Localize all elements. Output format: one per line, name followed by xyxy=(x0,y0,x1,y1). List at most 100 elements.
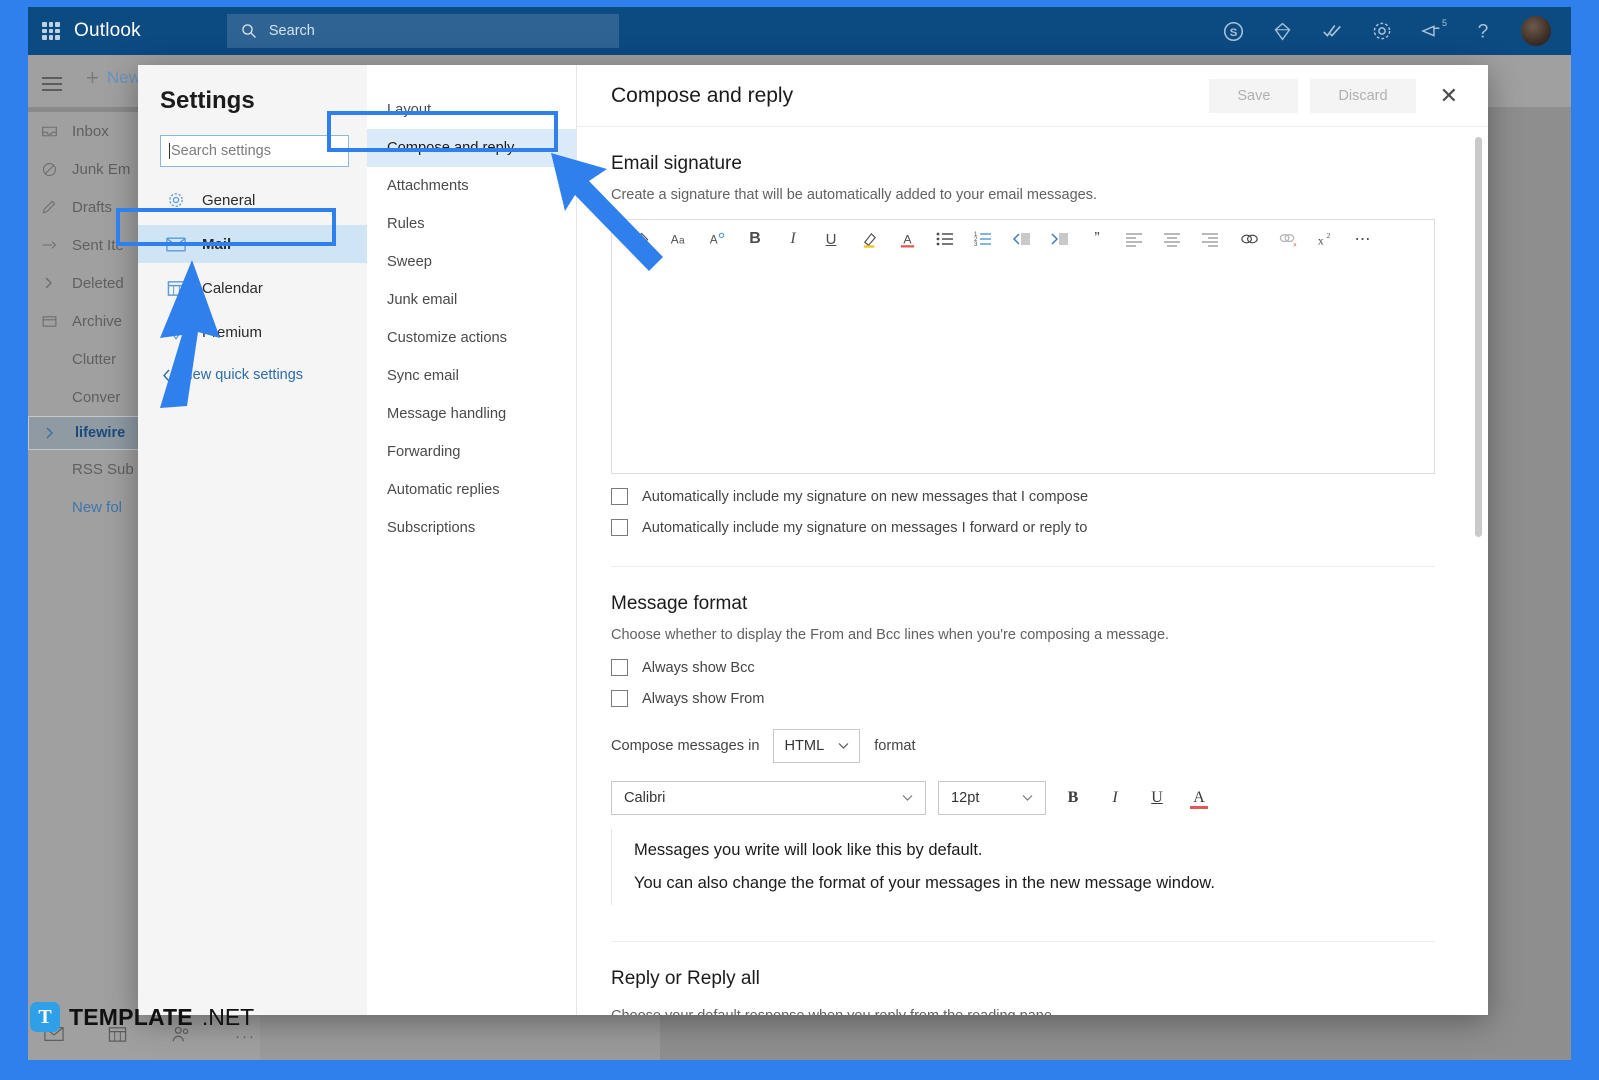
subcategory-sync-email[interactable]: Sync email xyxy=(367,357,576,395)
folder-label: Junk Em xyxy=(72,160,131,178)
italic-button[interactable]: I xyxy=(1100,783,1130,813)
underline-button[interactable]: U xyxy=(1142,783,1172,813)
bulleted-list-icon[interactable] xyxy=(926,224,964,254)
settings-title: Settings xyxy=(160,87,255,114)
bold-button[interactable]: B xyxy=(1058,783,1088,813)
settings-category-calendar[interactable]: Calendar xyxy=(160,269,349,307)
close-icon[interactable]: ✕ xyxy=(1428,79,1470,113)
nav-toggle-hamburger-icon[interactable] xyxy=(42,73,62,95)
align-left-icon[interactable] xyxy=(1116,224,1154,254)
avatar[interactable] xyxy=(1521,16,1551,46)
new-message-button[interactable]: + New xyxy=(86,67,141,89)
discard-button[interactable]: Discard xyxy=(1310,78,1416,113)
reply-description: Choose your default response when you re… xyxy=(611,1008,1454,1015)
notifications-megaphone-icon[interactable]: 5 xyxy=(1421,16,1451,42)
always-show-from-checkbox[interactable] xyxy=(611,690,628,707)
font-size-icon[interactable]: A xyxy=(698,224,736,254)
more-options-icon[interactable]: ⋯ xyxy=(1344,224,1382,254)
align-center-icon[interactable] xyxy=(1154,224,1192,254)
settings-category-premium[interactable]: Premium xyxy=(160,313,349,351)
subcategory-customize-actions[interactable]: Customize actions xyxy=(367,319,576,357)
signature-editor-toolbar: Aa A B I U A 1 2 3 ” x x 2 ⋯ xyxy=(612,220,1434,258)
always-show-from-row[interactable]: Always show From xyxy=(611,690,1454,707)
app-launcher-waffle-icon[interactable] xyxy=(42,22,60,40)
decrease-indent-icon[interactable] xyxy=(1002,224,1040,254)
compose-format-select[interactable]: HTML xyxy=(773,729,861,763)
subcategory-forwarding[interactable]: Forwarding xyxy=(367,433,576,471)
subcategory-compose-and-reply[interactable]: Compose and reply xyxy=(367,129,576,167)
subcategory-sweep[interactable]: Sweep xyxy=(367,243,576,281)
font-icon[interactable]: Aa xyxy=(660,224,698,254)
subcategory-attachments[interactable]: Attachments xyxy=(367,167,576,205)
section-divider xyxy=(611,941,1435,942)
subcategory-automatic-replies[interactable]: Automatic replies xyxy=(367,471,576,509)
remove-link-icon[interactable]: x xyxy=(1268,224,1306,254)
underline-icon[interactable]: U xyxy=(812,224,850,254)
svg-text:A: A xyxy=(671,233,679,247)
archive-icon xyxy=(38,314,60,329)
quote-icon[interactable]: ” xyxy=(1078,224,1116,254)
watermark-brand: TEMPLATE xyxy=(69,1003,193,1030)
settings-category-general[interactable]: General xyxy=(160,181,349,219)
subcategory-rules[interactable]: Rules xyxy=(367,205,576,243)
format-painter-icon[interactable] xyxy=(622,224,660,254)
skype-icon[interactable]: S xyxy=(1223,21,1244,42)
italic-icon[interactable]: I xyxy=(774,224,812,254)
settings-search-input[interactable]: Search settings xyxy=(160,135,349,167)
signature-reply-forward-checkbox-row[interactable]: Automatically include my signature on me… xyxy=(611,519,1454,536)
help-icon[interactable]: ? xyxy=(1473,20,1493,42)
chevron-right-icon[interactable] xyxy=(39,426,61,440)
increase-indent-icon[interactable] xyxy=(1040,224,1078,254)
calendar-icon xyxy=(166,279,186,297)
subcategory-label: Rules xyxy=(387,216,425,232)
always-show-bcc-row[interactable]: Always show Bcc xyxy=(611,659,1454,676)
premium-diamond-icon[interactable] xyxy=(1272,21,1293,42)
folder-label: Clutter xyxy=(72,350,117,368)
signature-reply-forward-checkbox[interactable] xyxy=(611,519,628,536)
subcategory-junk-email[interactable]: Junk email xyxy=(367,281,576,319)
font-family-select[interactable]: Calibri xyxy=(611,781,926,815)
superscript-icon[interactable]: x2 xyxy=(1306,224,1344,254)
svg-text:2: 2 xyxy=(1326,231,1330,240)
signature-new-messages-checkbox[interactable] xyxy=(611,488,628,505)
settings-detail-pane: Compose and reply Save Discard ✕ Email s… xyxy=(577,65,1488,1015)
signature-editor[interactable]: Aa A B I U A 1 2 3 ” x x 2 ⋯ xyxy=(611,219,1435,474)
settings-gear-icon[interactable] xyxy=(1371,20,1393,42)
view-quick-settings-link[interactable]: View quick settings xyxy=(160,367,349,383)
settings-category-mail[interactable]: Mail xyxy=(138,225,367,263)
message-format-sample: Messages you write will look like this b… xyxy=(611,829,1454,905)
signature-editor-body[interactable] xyxy=(612,258,1434,473)
chevron-right-icon[interactable] xyxy=(38,276,60,290)
sample-line: Messages you write will look like this b… xyxy=(634,841,983,859)
font-color-icon[interactable]: A xyxy=(888,224,926,254)
tasks-check-icon[interactable] xyxy=(1321,20,1343,42)
app-top-bar: Outlook Search S 5 ? xyxy=(28,7,1571,55)
font-color-glyph: A xyxy=(1193,789,1205,806)
subcategory-label: Forwarding xyxy=(387,444,461,460)
svg-text:x: x xyxy=(1317,235,1323,247)
detail-pane-header: Compose and reply Save Discard ✕ xyxy=(577,65,1488,127)
font-size-select[interactable]: 12pt xyxy=(938,781,1046,815)
outlook-app-window: Outlook Search S 5 ? + New Inbox Junk Em… xyxy=(28,7,1571,1060)
compose-format-prefix-label: Compose messages in xyxy=(611,738,760,754)
subcategory-message-handling[interactable]: Message handling xyxy=(367,395,576,433)
always-show-bcc-checkbox[interactable] xyxy=(611,659,628,676)
subcategory-subscriptions[interactable]: Subscriptions xyxy=(367,509,576,547)
svg-text:?: ? xyxy=(1478,21,1489,42)
bold-icon[interactable]: B xyxy=(736,224,774,254)
font-color-button[interactable]: A xyxy=(1184,783,1214,813)
subcategory-label: Sweep xyxy=(387,254,432,270)
insert-link-icon[interactable] xyxy=(1230,224,1268,254)
folder-label: RSS Sub xyxy=(72,460,134,478)
subcategory-layout[interactable]: Layout xyxy=(367,91,576,129)
save-button[interactable]: Save xyxy=(1209,78,1299,113)
notification-badge: 5 xyxy=(1438,16,1451,29)
detail-pane-scrollbar[interactable] xyxy=(1475,137,1482,537)
highlight-icon[interactable] xyxy=(850,224,888,254)
default-font-row: Calibri 12pt B I U A xyxy=(611,781,1454,815)
align-right-icon[interactable] xyxy=(1192,224,1230,254)
signature-new-messages-checkbox-row[interactable]: Automatically include my signature on ne… xyxy=(611,488,1454,505)
numbered-list-icon[interactable]: 123 xyxy=(964,224,1002,254)
settings-dialog: Settings Search settings General Mail Ca… xyxy=(138,65,1488,1015)
search-input[interactable]: Search xyxy=(226,14,619,48)
